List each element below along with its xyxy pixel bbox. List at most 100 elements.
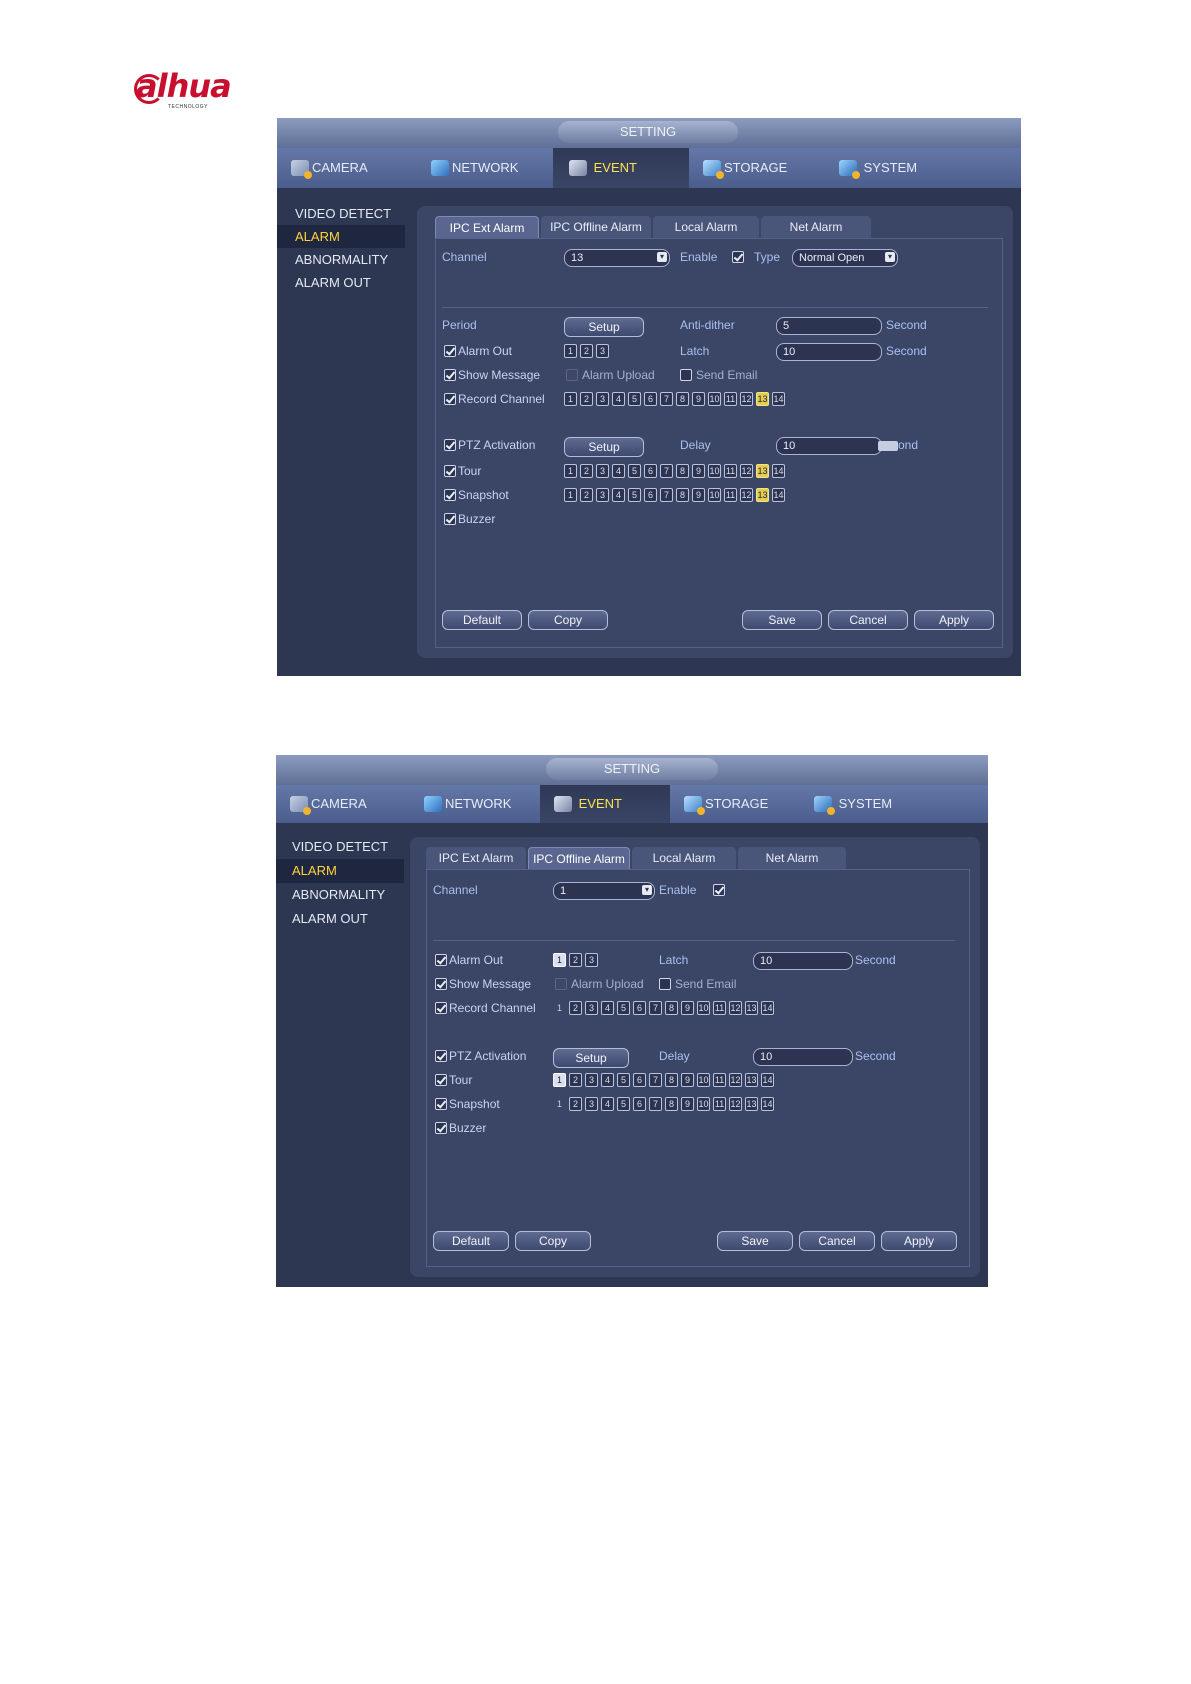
snapshot-channel-14[interactable]: 14 <box>761 1097 774 1111</box>
tour-channel-11[interactable]: 11 <box>724 464 737 478</box>
ptz-setup-button[interactable]: Setup <box>564 437 644 457</box>
tour-channel-10[interactable]: 10 <box>708 464 721 478</box>
tour-channel-11[interactable]: 11 <box>713 1073 726 1087</box>
record-channel-checkbox[interactable] <box>435 1002 447 1014</box>
snapshot-channel-4[interactable]: 4 <box>612 488 625 502</box>
tab-ipc-ext-alarm[interactable]: IPC Ext Alarm <box>435 216 539 238</box>
tour-channel-7[interactable]: 7 <box>660 464 673 478</box>
alarm-out-2[interactable]: 2 <box>569 953 582 967</box>
snapshot-channel-7[interactable]: 7 <box>649 1097 662 1111</box>
snapshot-channel-6[interactable]: 6 <box>644 488 657 502</box>
tab-ipc-ext-alarm[interactable]: IPC Ext Alarm <box>426 847 526 869</box>
alarm-upload-checkbox[interactable] <box>566 369 578 381</box>
tour-channel-10[interactable]: 10 <box>697 1073 710 1087</box>
tour-checkbox[interactable] <box>444 465 456 477</box>
snapshot-channel-10[interactable]: 10 <box>697 1097 710 1111</box>
record-channel-7[interactable]: 7 <box>649 1001 662 1015</box>
anti-dither-input[interactable]: 5 <box>776 317 882 335</box>
sidebar-item-abnormality[interactable]: ABNORMALITY <box>277 248 405 271</box>
snapshot-channel-8[interactable]: 8 <box>676 488 689 502</box>
snapshot-channel-14[interactable]: 14 <box>772 488 785 502</box>
record-channel-13[interactable]: 13 <box>745 1001 758 1015</box>
snapshot-channel-5[interactable]: 5 <box>617 1097 630 1111</box>
send-email-checkbox[interactable] <box>659 978 671 990</box>
record-channel-13[interactable]: 13 <box>756 392 769 406</box>
tour-channel-12[interactable]: 12 <box>740 464 753 478</box>
tab-local-alarm[interactable]: Local Alarm <box>632 847 736 869</box>
tour-channel-14[interactable]: 14 <box>772 464 785 478</box>
record-channel-11[interactable]: 11 <box>724 392 737 406</box>
record-channel-1[interactable]: 1 <box>553 1001 566 1015</box>
cancel-button[interactable]: Cancel <box>828 610 908 630</box>
tour-channel-12[interactable]: 12 <box>729 1073 742 1087</box>
apply-button[interactable]: Apply <box>881 1231 957 1251</box>
tour-channel-6[interactable]: 6 <box>633 1073 646 1087</box>
default-button[interactable]: Default <box>433 1231 509 1251</box>
save-button[interactable]: Save <box>717 1231 793 1251</box>
sidebar-item-video-detect[interactable]: VIDEO DETECT <box>276 835 404 859</box>
delay-input[interactable]: 10 <box>776 437 882 455</box>
menu-system[interactable]: SYSTEM <box>800 785 988 823</box>
copy-button[interactable]: Copy <box>528 610 608 630</box>
apply-button[interactable]: Apply <box>914 610 994 630</box>
snapshot-channel-6[interactable]: 6 <box>633 1097 646 1111</box>
tour-channel-2[interactable]: 2 <box>580 464 593 478</box>
type-select[interactable]: Normal Open ▾ <box>792 249 898 267</box>
menu-camera[interactable]: CAMERA <box>276 785 410 823</box>
snapshot-channel-11[interactable]: 11 <box>713 1097 726 1111</box>
record-channel-5[interactable]: 5 <box>617 1001 630 1015</box>
record-channel-6[interactable]: 6 <box>633 1001 646 1015</box>
snapshot-channel-12[interactable]: 12 <box>740 488 753 502</box>
latch-input[interactable]: 10 <box>776 343 882 361</box>
snapshot-channel-3[interactable]: 3 <box>596 488 609 502</box>
tab-net-alarm[interactable]: Net Alarm <box>738 847 846 869</box>
tour-channel-8[interactable]: 8 <box>665 1073 678 1087</box>
record-channel-3[interactable]: 3 <box>585 1001 598 1015</box>
latch-input[interactable]: 10 <box>753 952 853 970</box>
menu-network[interactable]: NETWORK <box>417 148 553 188</box>
record-channel-14[interactable]: 14 <box>761 1001 774 1015</box>
save-button[interactable]: Save <box>742 610 822 630</box>
alarm-out-checkbox[interactable] <box>435 954 447 966</box>
snapshot-checkbox[interactable] <box>444 489 456 501</box>
record-channel-6[interactable]: 6 <box>644 392 657 406</box>
record-channel-10[interactable]: 10 <box>697 1001 710 1015</box>
tour-channel-7[interactable]: 7 <box>649 1073 662 1087</box>
sidebar-item-abnormality[interactable]: ABNORMALITY <box>276 883 404 907</box>
record-channel-5[interactable]: 5 <box>628 392 641 406</box>
tour-channel-3[interactable]: 3 <box>585 1073 598 1087</box>
buzzer-checkbox[interactable] <box>435 1122 447 1134</box>
enable-checkbox[interactable] <box>713 884 725 896</box>
buzzer-checkbox[interactable] <box>444 513 456 525</box>
ptz-setup-button[interactable]: Setup <box>553 1048 629 1068</box>
alarm-out-3[interactable]: 3 <box>585 953 598 967</box>
snapshot-channel-7[interactable]: 7 <box>660 488 673 502</box>
alarm-out-checkbox[interactable] <box>444 345 456 357</box>
snapshot-channel-2[interactable]: 2 <box>580 488 593 502</box>
record-channel-checkbox[interactable] <box>444 393 456 405</box>
tour-channel-2[interactable]: 2 <box>569 1073 582 1087</box>
menu-event[interactable]: EVENT <box>553 148 689 188</box>
snapshot-channel-10[interactable]: 10 <box>708 488 721 502</box>
tour-channel-6[interactable]: 6 <box>644 464 657 478</box>
tour-channel-4[interactable]: 4 <box>601 1073 614 1087</box>
tour-checkbox[interactable] <box>435 1074 447 1086</box>
tour-channel-9[interactable]: 9 <box>681 1073 694 1087</box>
snapshot-channel-8[interactable]: 8 <box>665 1097 678 1111</box>
snapshot-channel-1[interactable]: 1 <box>564 488 577 502</box>
snapshot-channel-5[interactable]: 5 <box>628 488 641 502</box>
alarm-out-3[interactable]: 3 <box>596 344 609 358</box>
record-channel-7[interactable]: 7 <box>660 392 673 406</box>
snapshot-channel-13[interactable]: 13 <box>745 1097 758 1111</box>
tour-channel-1[interactable]: 1 <box>564 464 577 478</box>
alarm-upload-checkbox[interactable] <box>555 978 567 990</box>
record-channel-9[interactable]: 9 <box>681 1001 694 1015</box>
channel-select[interactable]: 1 ▾ <box>553 882 655 900</box>
default-button[interactable]: Default <box>442 610 522 630</box>
tour-channel-13[interactable]: 13 <box>745 1073 758 1087</box>
sidebar-item-video-detect[interactable]: VIDEO DETECT <box>277 202 405 225</box>
tour-channel-1[interactable]: 1 <box>553 1073 566 1087</box>
menu-system[interactable]: SYSTEM <box>825 148 1021 188</box>
snapshot-channel-13[interactable]: 13 <box>756 488 769 502</box>
snapshot-channel-9[interactable]: 9 <box>681 1097 694 1111</box>
